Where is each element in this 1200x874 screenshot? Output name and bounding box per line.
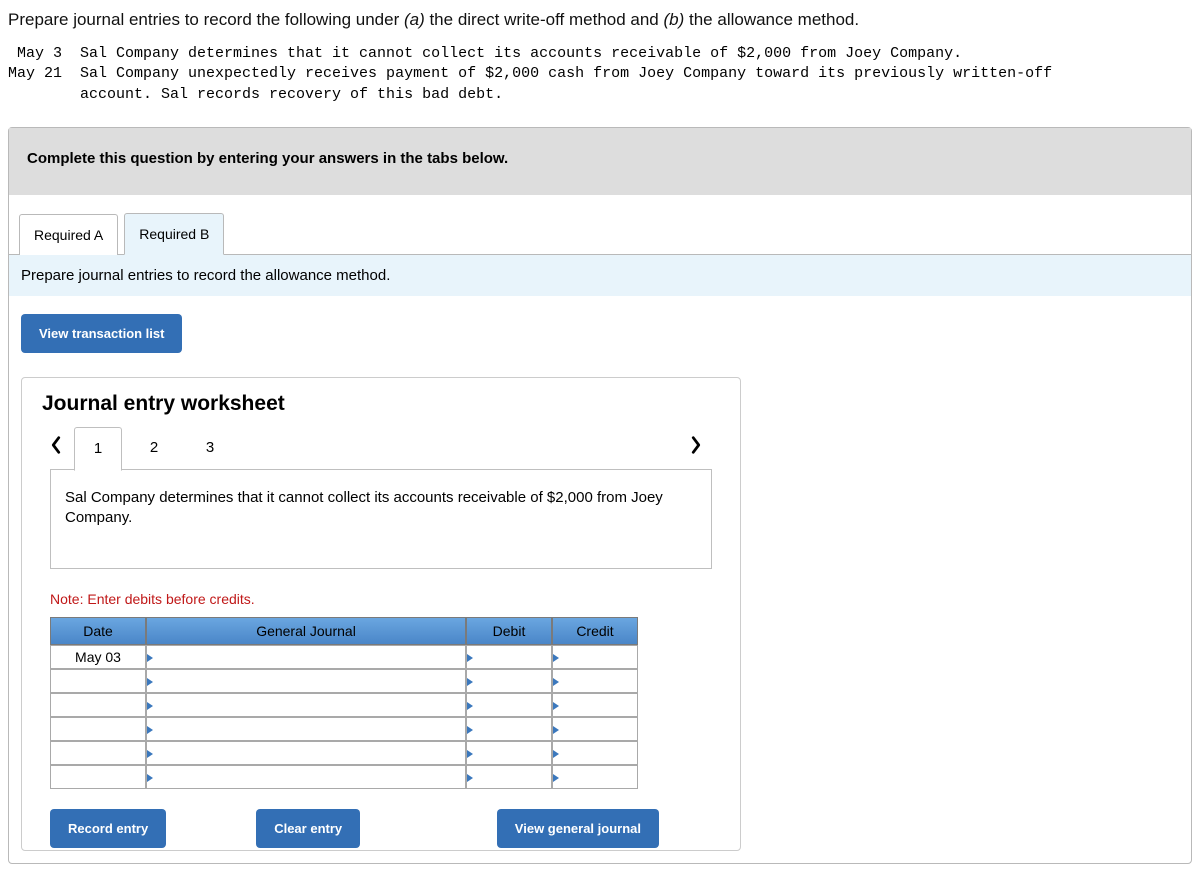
tab-subhead: Prepare journal entries to record the al… [9,254,1191,296]
question-prompt: Prepare journal entries to record the fo… [8,10,1192,30]
entry-description: Sal Company determines that it cannot co… [50,469,712,570]
table-row [50,741,638,765]
cell-general-journal[interactable] [146,717,466,741]
cell-debit[interactable] [466,765,552,789]
cell-credit[interactable] [552,765,638,789]
cell-debit[interactable] [466,717,552,741]
tab-content: View transaction list Journal entry work… [9,296,1191,864]
clear-entry-button[interactable]: Clear entry [256,809,360,848]
worksheet-pager: 1 2 3 [22,426,740,470]
cell-debit[interactable] [466,645,552,669]
tab-required-b[interactable]: Required B [124,213,224,255]
cell-date[interactable] [50,669,146,693]
worksheet-title: Journal entry worksheet [22,378,740,426]
required-tabs: Required A Required B [9,196,1191,255]
table-row [50,693,638,717]
worksheet-buttons: Record entry Clear entry View general jo… [22,809,687,848]
worksheet-page-2[interactable]: 2 [130,433,178,463]
prompt-lead: Prepare journal entries to record the fo… [8,10,404,29]
journal-worksheet: Journal entry worksheet 1 2 3 Sal Compan… [21,377,741,852]
cell-debit[interactable] [466,693,552,717]
table-row [50,717,638,741]
cell-credit[interactable] [552,693,638,717]
cell-date[interactable] [50,741,146,765]
tab-required-a[interactable]: Required A [19,214,118,255]
cell-general-journal[interactable] [146,645,466,669]
worksheet-page-1[interactable]: 1 [74,427,122,471]
cell-date[interactable] [50,693,146,717]
prompt-mid2: the allowance method. [684,10,859,29]
cell-credit[interactable] [552,717,638,741]
journal-entry-table: Date General Journal Debit Credit May 03 [50,617,638,789]
cell-general-journal[interactable] [146,741,466,765]
col-header-credit: Credit [552,617,638,645]
table-row [50,669,638,693]
entry-note: Note: Enter debits before credits. [22,569,740,617]
cell-date[interactable] [50,717,146,741]
view-general-journal-button[interactable]: View general journal [497,809,659,848]
cell-general-journal[interactable] [146,765,466,789]
view-transaction-list-button[interactable]: View transaction list [21,314,182,353]
record-entry-button[interactable]: Record entry [50,809,166,848]
cell-credit[interactable] [552,741,638,765]
cell-credit[interactable] [552,645,638,669]
cell-general-journal[interactable] [146,693,466,717]
prompt-a: (a) [404,10,425,29]
cell-date[interactable]: May 03 [50,645,146,669]
cell-credit[interactable] [552,669,638,693]
prompt-b: (b) [664,10,685,29]
chevron-left-icon[interactable] [42,434,70,462]
instruction-banner: Complete this question by entering your … [9,128,1191,196]
col-header-date: Date [50,617,146,645]
cell-date[interactable] [50,765,146,789]
transaction-text: May 3 Sal Company determines that it can… [8,44,1192,105]
col-header-debit: Debit [466,617,552,645]
cell-debit[interactable] [466,741,552,765]
cell-general-journal[interactable] [146,669,466,693]
worksheet-page-3[interactable]: 3 [186,433,234,463]
prompt-mid1: the direct write-off method and [425,10,664,29]
chevron-right-icon[interactable] [682,434,710,462]
table-row: May 03 [50,645,638,669]
col-header-general-journal: General Journal [146,617,466,645]
answer-container: Complete this question by entering your … [8,127,1192,865]
table-row [50,765,638,789]
cell-debit[interactable] [466,669,552,693]
